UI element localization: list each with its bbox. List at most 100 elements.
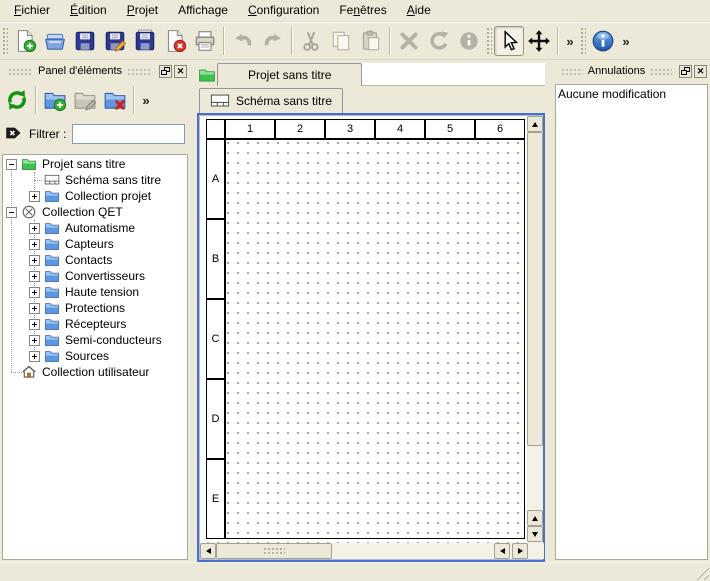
tree-item-projet-sans-titre[interactable]: Projet sans titre	[3, 156, 187, 172]
expander-plus-icon[interactable]	[29, 319, 40, 330]
menu-affichage[interactable]: Affichage	[168, 0, 238, 22]
expander-plus-icon[interactable]	[29, 271, 40, 282]
scroll-up-button-2[interactable]	[527, 510, 543, 526]
element-info-button[interactable]	[454, 26, 484, 56]
folder-icon	[44, 220, 60, 236]
expander-plus-icon[interactable]	[29, 255, 40, 266]
menu-edition[interactable]: Édition	[60, 0, 117, 22]
float-dock-button[interactable]	[679, 65, 692, 78]
tree-item-r-cepteurs[interactable]: Récepteurs	[3, 316, 187, 332]
menu-configuration[interactable]: Configuration	[238, 0, 329, 22]
expander-plus-icon[interactable]	[29, 239, 40, 250]
expander-plus-icon[interactable]	[29, 335, 40, 346]
tab-bar-empty-area	[362, 63, 545, 86]
tree-item-semi-conducteurs[interactable]: Semi-conducteurs	[3, 332, 187, 348]
arrow-left-icon	[203, 548, 211, 554]
tree-item-sources[interactable]: Sources	[3, 348, 187, 364]
elements-panel-toolbar: »	[0, 80, 190, 120]
toolbar-handle[interactable]	[2, 27, 8, 55]
undo-history-item[interactable]: Aucune modification	[558, 86, 705, 102]
diagram-canvas[interactable]: 123456ABCDE	[200, 116, 527, 543]
clear-filter-button[interactable]	[5, 124, 23, 145]
delete-button[interactable]	[394, 26, 424, 56]
toolbar-extension-button[interactable]: »	[562, 26, 578, 56]
cut-button[interactable]	[296, 26, 326, 56]
save-button[interactable]	[70, 26, 100, 56]
toolbar-extension-button[interactable]: »	[138, 85, 154, 115]
main-toolbar: »»	[0, 22, 710, 60]
vertical-scrollbar[interactable]	[527, 116, 543, 543]
toolbar-extension-button[interactable]: »	[618, 26, 634, 56]
tree-item-collection-utilisateur[interactable]: Collection utilisateur	[3, 364, 187, 380]
row-header-D: D	[206, 379, 225, 459]
new-category-button[interactable]	[40, 85, 70, 115]
tree-item-contacts[interactable]: Contacts	[3, 252, 187, 268]
paste-button[interactable]	[356, 26, 386, 56]
filter-input[interactable]	[72, 124, 185, 144]
select-pointer-button[interactable]	[494, 26, 524, 56]
tree-item-convertisseurs[interactable]: Convertisseurs	[3, 268, 187, 284]
redo-button[interactable]	[258, 26, 288, 56]
edit-category-button[interactable]	[70, 85, 100, 115]
elements-panel-dock: Panel d'éléments ✕ » Filtrer : Projet sa…	[0, 62, 190, 581]
frame-drawing-area[interactable]	[225, 139, 525, 539]
schema-icon	[44, 172, 60, 188]
close-project-button[interactable]	[160, 26, 190, 56]
tree-item-collection-qet[interactable]: Collection QET	[3, 204, 187, 220]
horizontal-scroll-thumb[interactable]	[216, 543, 332, 559]
expander-plus-icon[interactable]	[29, 287, 40, 298]
rotate-button[interactable]	[424, 26, 454, 56]
menu-fichier[interactable]: Fichier	[4, 0, 60, 22]
scroll-down-button[interactable]	[527, 526, 543, 542]
tree-item-collection-projet[interactable]: Collection projet	[3, 188, 187, 204]
elements-panel-titlebar: Panel d'éléments ✕	[0, 62, 190, 80]
undo-button[interactable]	[228, 26, 258, 56]
expander-minus-icon[interactable]	[6, 159, 17, 170]
menu-aide[interactable]: Aide	[397, 0, 441, 22]
arrow-left-icon	[497, 548, 505, 554]
reload-collections-button[interactable]	[2, 85, 32, 115]
horizontal-scrollbar[interactable]	[200, 543, 544, 559]
scroll-up-button[interactable]	[527, 116, 543, 132]
expander-plus-icon[interactable]	[29, 223, 40, 234]
tab-schema[interactable]: Schéma sans titre	[199, 88, 343, 113]
save-as-button[interactable]	[100, 26, 130, 56]
close-dock-button[interactable]: ✕	[694, 65, 707, 78]
tree-item-haute-tension[interactable]: Haute tension	[3, 284, 187, 300]
redo-icon	[261, 29, 285, 53]
menu-projet[interactable]: Projet	[117, 0, 168, 22]
expander-plus-icon[interactable]	[29, 351, 40, 362]
tree-item-protections[interactable]: Protections	[3, 300, 187, 316]
save-all-button[interactable]	[130, 26, 160, 56]
scroll-left-button-2[interactable]	[494, 543, 510, 559]
about-info-button[interactable]	[588, 26, 618, 56]
resize-grip[interactable]	[695, 566, 709, 580]
vertical-scroll-thumb[interactable]	[527, 132, 543, 446]
toolbar-handle[interactable]	[486, 27, 492, 55]
column-header-2: 2	[275, 119, 325, 139]
save-all-icon	[133, 29, 157, 53]
open-project-button[interactable]	[40, 26, 70, 56]
tree-item-automatisme[interactable]: Automatisme	[3, 220, 187, 236]
expander-plus-icon[interactable]	[29, 191, 40, 202]
folder-icon	[44, 348, 60, 364]
print-button[interactable]	[190, 26, 220, 56]
scroll-left-button[interactable]	[200, 543, 216, 559]
toolbar-handle[interactable]	[580, 27, 586, 55]
move-view-button[interactable]	[524, 26, 554, 56]
element-info-icon	[457, 29, 481, 53]
delete-category-button[interactable]	[100, 85, 130, 115]
close-dock-button[interactable]: ✕	[174, 65, 187, 78]
expander-plus-icon[interactable]	[29, 303, 40, 314]
qelectrotech-window: FichierÉditionProjetAffichageConfigurati…	[0, 0, 710, 581]
save-as-icon	[103, 29, 127, 53]
menu-fenetres[interactable]: Fenêtres	[329, 0, 396, 22]
float-dock-button[interactable]	[159, 65, 172, 78]
tree-item-sch-ma-sans-titre[interactable]: Schéma sans titre	[3, 172, 187, 188]
copy-button[interactable]	[326, 26, 356, 56]
tab-project[interactable]: Projet sans titre	[217, 63, 362, 86]
new-document-button[interactable]	[10, 26, 40, 56]
tree-item-capteurs[interactable]: Capteurs	[3, 236, 187, 252]
expander-minus-icon[interactable]	[6, 207, 17, 218]
scroll-right-button[interactable]	[512, 543, 528, 559]
